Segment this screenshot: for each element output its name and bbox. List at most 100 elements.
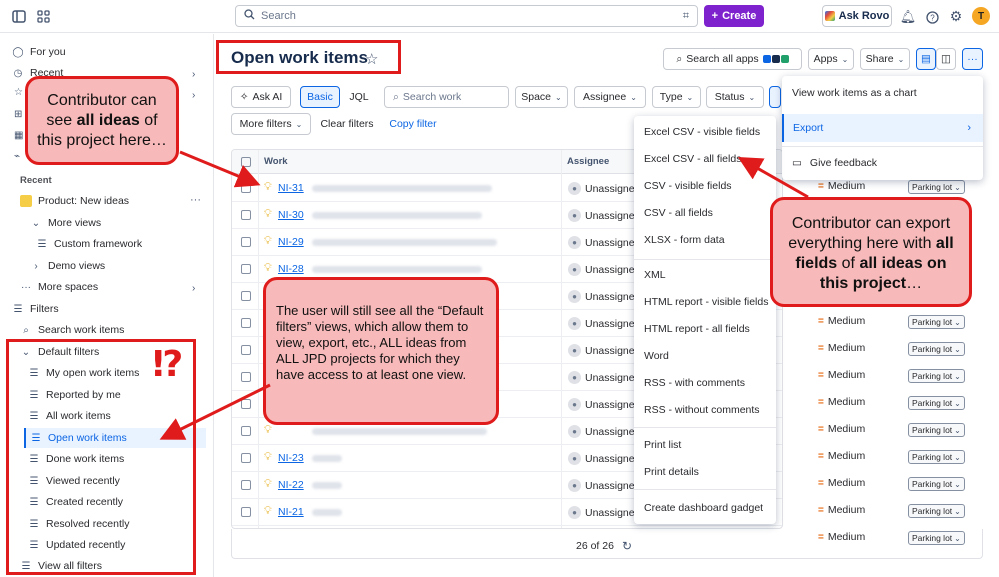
status-pill[interactable]: Parking lot ⌄: [908, 504, 965, 518]
jql-mode-button[interactable]: JQL: [342, 86, 376, 108]
assignee-cell[interactable]: ● Unassigne: [568, 506, 635, 519]
work-item-key[interactable]: NI-29: [278, 236, 304, 248]
sidebar-project-item[interactable]: Product: New ideas: [20, 191, 129, 211]
type-filter-button[interactable]: Type ⌄: [652, 86, 701, 108]
sidebar-item-for-you[interactable]: ◯ For you: [12, 42, 65, 62]
priority-cell[interactable]: = Medium: [818, 342, 865, 354]
status-pill[interactable]: Parking lot ⌄: [908, 369, 965, 383]
filter-options-icon[interactable]: ⌗: [683, 10, 689, 23]
status-pill[interactable]: Parking lot ⌄: [908, 396, 965, 410]
export-menu-item[interactable]: Print details: [644, 466, 699, 478]
export-menu-item[interactable]: Print list: [644, 439, 681, 451]
priority-cell[interactable]: = Medium: [818, 369, 865, 381]
status-pill[interactable]: Parking lot ⌄: [908, 180, 965, 194]
export-menu-item[interactable]: HTML report - visible fields: [644, 296, 768, 308]
work-item-key[interactable]: NI-30: [278, 209, 304, 221]
row-checkbox[interactable]: [241, 291, 251, 301]
global-search-input[interactable]: Search ⌗: [235, 5, 698, 27]
apps-button[interactable]: Apps ⌄: [808, 48, 854, 70]
assignee-filter-button[interactable]: Assignee ⌄: [574, 86, 646, 108]
work-item-key[interactable]: NI-22: [278, 479, 304, 491]
status-pill[interactable]: Parking lot ⌄: [908, 477, 965, 491]
row-checkbox[interactable]: [241, 318, 251, 328]
user-avatar[interactable]: T: [972, 7, 990, 25]
notifications-bell-icon[interactable]: 🔔︎: [899, 8, 917, 26]
assignee-cell[interactable]: ● Unassigne: [568, 398, 635, 411]
row-checkbox[interactable]: [241, 480, 251, 490]
priority-cell[interactable]: = Medium: [818, 180, 865, 192]
status-pill[interactable]: Parking lot ⌄: [908, 423, 965, 437]
sidebar-item-search-work-items[interactable]: ⌕ Search work items: [20, 320, 124, 340]
give-feedback-menu-item[interactable]: ▭ Give feedback: [792, 157, 877, 169]
assignee-cell[interactable]: ● Unassigne: [568, 371, 635, 384]
more-actions-icon[interactable]: ···: [190, 194, 201, 206]
export-menu-item[interactable]: CSV - visible fields: [644, 180, 732, 192]
export-menu-item[interactable]: HTML report - all fields: [644, 323, 750, 335]
export-menu-item[interactable]: CSV - all fields: [644, 207, 713, 219]
assignee-cell[interactable]: ● Unassigne: [568, 479, 635, 492]
work-item-key[interactable]: NI-28: [278, 263, 304, 275]
sidebar-toggle-icon[interactable]: [10, 7, 28, 25]
create-button[interactable]: + Create: [704, 5, 764, 27]
sidebar-item-custom-framework[interactable]: ☰ Custom framework: [36, 234, 143, 254]
assignee-cell[interactable]: ● Unassigne: [568, 317, 635, 330]
help-icon[interactable]: ?: [923, 8, 941, 26]
clear-filters-button[interactable]: Clear filters: [316, 113, 378, 135]
export-menu-item[interactable]: Word: [644, 350, 669, 362]
row-checkbox[interactable]: [241, 453, 251, 463]
row-checkbox[interactable]: [241, 507, 251, 517]
export-menu-item[interactable]: Excel CSV - all fields: [644, 153, 741, 165]
search-work-input[interactable]: ⌕ Search work: [384, 86, 509, 108]
search-all-apps-button[interactable]: ⌕ Search all apps: [663, 48, 802, 70]
assignee-cell[interactable]: ● Unassigne: [568, 236, 635, 249]
app-switcher-icon[interactable]: [34, 7, 52, 25]
priority-cell[interactable]: = Medium: [818, 504, 865, 516]
work-item-key[interactable]: NI-21: [278, 506, 304, 518]
status-filter-button[interactable]: Status ⌄: [706, 86, 764, 108]
row-checkbox[interactable]: [241, 372, 251, 382]
row-checkbox[interactable]: [241, 426, 251, 436]
more-actions-button[interactable]: ···: [962, 48, 983, 70]
copy-filter-button[interactable]: Copy filter: [384, 113, 442, 135]
priority-cell[interactable]: = Medium: [818, 315, 865, 327]
select-all-checkbox[interactable]: [241, 157, 251, 167]
priority-cell[interactable]: = Medium: [818, 396, 865, 408]
export-menu-item[interactable]: XML: [644, 269, 666, 281]
chevron-right-icon[interactable]: ›: [192, 90, 195, 101]
export-menu-item[interactable]: Export ›: [782, 114, 983, 142]
ask-ai-button[interactable]: ✧ Ask AI: [231, 86, 291, 108]
export-menu-item[interactable]: Create dashboard gadget: [644, 502, 763, 514]
export-menu-item[interactable]: RSS - without comments: [644, 404, 760, 416]
export-menu-item[interactable]: XLSX - form data: [644, 234, 725, 246]
assignee-cell[interactable]: ● Unassigne: [568, 290, 635, 303]
chevron-right-icon[interactable]: ›: [192, 69, 195, 80]
sidebar-item-filters[interactable]: ☰ Filters: [12, 299, 59, 319]
export-menu-item[interactable]: Excel CSV - visible fields: [644, 126, 760, 138]
row-checkbox[interactable]: [241, 183, 251, 193]
sidebar-item-demo-views[interactable]: › Demo views: [30, 256, 105, 276]
row-checkbox[interactable]: [241, 210, 251, 220]
ask-rovo-button[interactable]: Ask Rovo: [822, 5, 892, 27]
view-as-chart-menu-item[interactable]: View work items as a chart: [792, 87, 917, 99]
row-checkbox[interactable]: [241, 237, 251, 247]
assignee-cell[interactable]: ● Unassigne: [568, 452, 635, 465]
more-filter-button[interactable]: [769, 86, 781, 108]
basic-mode-button[interactable]: Basic: [300, 86, 340, 108]
assignee-cell[interactable]: ● Unassigne: [568, 182, 635, 195]
row-checkbox[interactable]: [241, 399, 251, 409]
chevron-right-icon[interactable]: ›: [192, 283, 195, 294]
priority-cell[interactable]: = Medium: [818, 477, 865, 489]
assignee-cell[interactable]: ● Unassigne: [568, 344, 635, 357]
work-item-key[interactable]: NI-23: [278, 452, 304, 464]
assignee-cell[interactable]: ● Unassigne: [568, 209, 635, 222]
sidebar-item-more-spaces[interactable]: ··· More spaces: [20, 277, 98, 297]
assignee-cell[interactable]: ● Unassigne: [568, 425, 635, 438]
status-pill[interactable]: Parking lot ⌄: [908, 450, 965, 464]
share-button[interactable]: Share ⌄: [860, 48, 910, 70]
sidebar-item-more-views[interactable]: ⌄ More views: [30, 213, 101, 233]
row-checkbox[interactable]: [241, 345, 251, 355]
settings-gear-icon[interactable]: ⚙: [947, 7, 965, 25]
refresh-icon[interactable]: ↻: [622, 539, 632, 553]
work-item-key[interactable]: NI-31: [278, 182, 304, 194]
column-header-work[interactable]: Work: [258, 150, 561, 174]
